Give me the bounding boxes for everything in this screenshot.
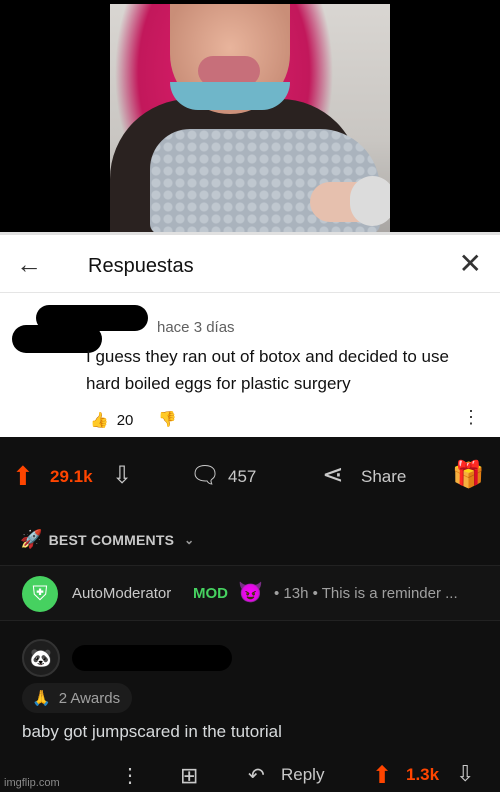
downvote-arrow-icon[interactable]: ⇩: [112, 461, 132, 490]
automod-meta: • 13h • This is a reminder ...: [274, 585, 458, 602]
comment-text: baby got jumpscared in the tutorial: [22, 722, 282, 741]
thumbs-down-icon[interactable]: 👎: [158, 410, 177, 428]
like-button[interactable]: 👍 20: [90, 411, 134, 430]
awards-count: 2 Awards: [58, 689, 121, 707]
award-hands-icon: 🙏: [32, 690, 51, 707]
reply-button[interactable]: Reply: [281, 765, 324, 785]
reply-arrow-icon[interactable]: ↶: [248, 763, 265, 788]
automoderator-comment[interactable]: ⛨ AutoModerator MOD 😈 • 13h • This is a …: [0, 565, 500, 621]
awards-badge[interactable]: 🙏 2 Awards: [22, 683, 133, 713]
redacted-username: [72, 645, 232, 671]
replies-title: Respuestas: [88, 255, 194, 277]
comment-sort-selector[interactable]: 🚀 BEST COMMENTS ⌄: [20, 529, 194, 550]
more-vert-icon[interactable]: ⋮: [462, 407, 480, 428]
mod-badge: MOD: [193, 585, 228, 602]
automod-username[interactable]: AutoModerator: [72, 585, 171, 602]
chevron-down-icon: ⌄: [184, 532, 195, 547]
comment-action-bar: ⋮ ⊞ ↶ Reply ⬆ 1.3k ⇩: [0, 755, 500, 792]
baby-hat: [350, 176, 390, 226]
video-thumbnail[interactable]: [0, 0, 500, 232]
share-icon[interactable]: ⋖: [322, 459, 344, 490]
thumbs-up-icon: 👍: [90, 412, 109, 429]
rocket-icon: 🚀: [20, 529, 43, 549]
face-mask: [170, 82, 290, 110]
more-options-icon[interactable]: ⋮: [120, 763, 140, 788]
mod-flair-icon: 😈: [238, 582, 263, 604]
comment-score: 1.3k: [406, 765, 440, 784]
replies-header: ← Respuestas ✕: [0, 235, 500, 293]
share-button[interactable]: Share: [361, 467, 406, 487]
avatar[interactable]: 🐼: [22, 639, 60, 677]
back-arrow-icon[interactable]: ←: [16, 249, 42, 280]
comment-bubble-icon[interactable]: 🗨: [190, 461, 220, 490]
youtube-replies-panel: ← Respuestas ✕ hace 3 días I guess they …: [0, 232, 500, 437]
comment-text: I guess they ran out of botox and decide…: [86, 347, 449, 393]
video-frame: [110, 4, 390, 232]
give-award-icon[interactable]: ⊞: [180, 763, 198, 789]
comment-count[interactable]: 457: [228, 467, 256, 487]
imgflip-watermark: imgflip.com: [4, 777, 60, 789]
upvote-arrow-icon[interactable]: ⬆: [372, 761, 392, 790]
post-score: 29.1k: [50, 467, 93, 486]
reddit-comments-section: ⬆ 29.1k ⇩ 🗨 457 ⋖ Share 🎁 🚀 BEST COMMENT…: [0, 437, 500, 792]
comment-timestamp: hace 3 días: [157, 319, 235, 336]
sort-label: BEST COMMENTS: [48, 531, 175, 548]
shield-icon: ⛨: [22, 576, 58, 612]
post-action-bar: ⬆ 29.1k ⇩ 🗨 457 ⋖ Share 🎁: [0, 437, 500, 517]
close-icon[interactable]: ✕: [459, 247, 482, 280]
give-award-icon[interactable]: 🎁: [452, 459, 484, 490]
downvote-arrow-icon[interactable]: ⇩: [456, 761, 474, 787]
like-count: 20: [116, 411, 134, 429]
upvote-arrow-icon[interactable]: ⬆: [12, 461, 34, 492]
